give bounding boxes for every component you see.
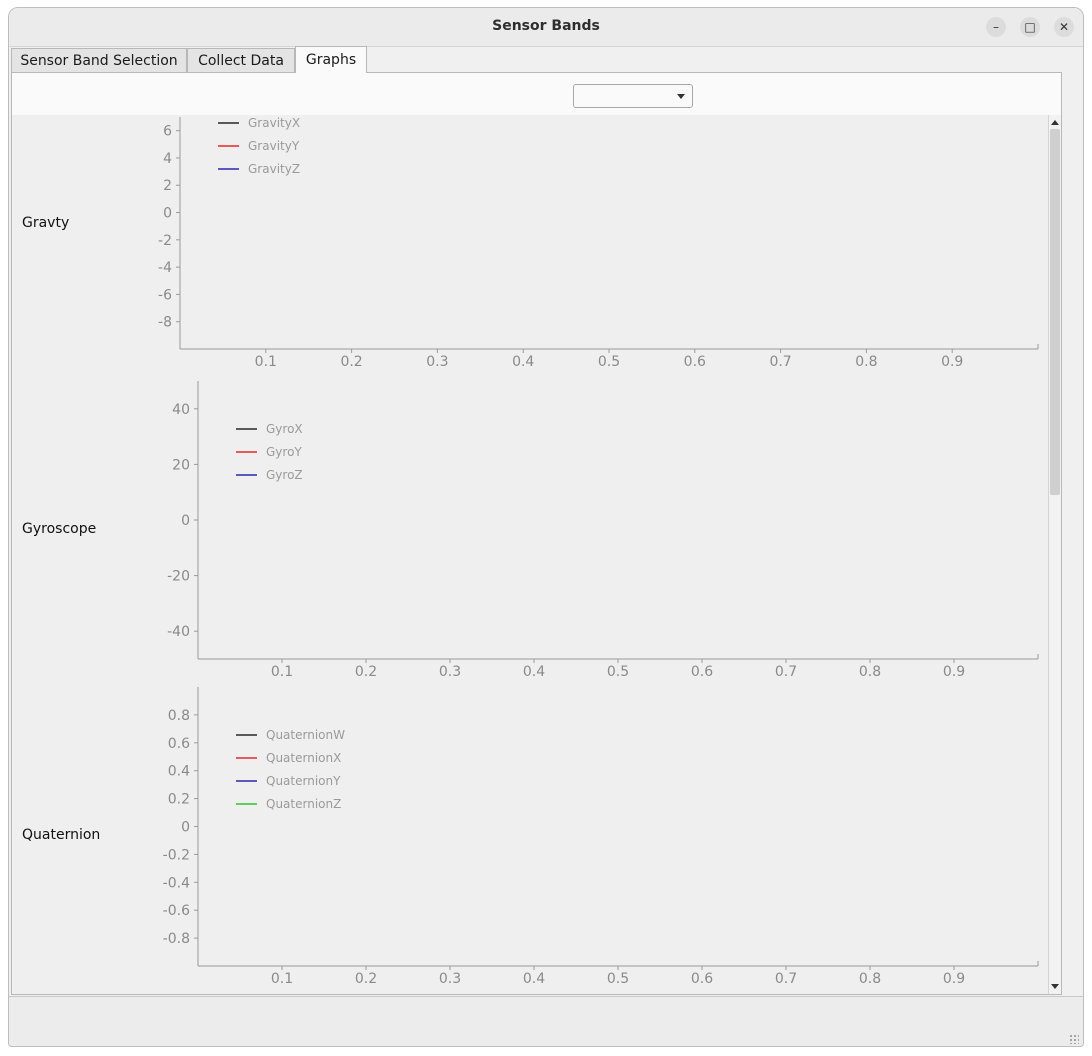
charts-scroll-area[interactable]: Gravty Gyroscope Quaternion 6 4 2 0 -2 -4 -6 -8… (12, 115, 1061, 994)
y-tick-label: 0 (181, 820, 190, 836)
y-tick-label: 40 (172, 402, 190, 418)
x-tick-label: 0.7 (775, 971, 797, 987)
y-tick-label: 0.8 (168, 708, 190, 724)
vertical-scrollbar[interactable] (1048, 115, 1061, 994)
legend-label: QuaternionX (266, 751, 341, 765)
x-tick-label: 0.2 (340, 354, 362, 370)
y-tick-label: 0 (181, 513, 190, 529)
y-tick-label: -8 (158, 315, 172, 331)
x-tick-label: 0.6 (691, 664, 713, 680)
y-tick-label: 0.4 (168, 764, 190, 780)
tab-graphs[interactable]: Graphs (295, 46, 367, 73)
minimize-button[interactable]: – (986, 17, 1006, 37)
y-tick-label: 2 (163, 178, 172, 194)
graph-toolbar (12, 73, 1061, 116)
quaternion-chart[interactable]: 0.8 0.6 0.4 0.2 0 -0.2 -0.4 -0.6 -0.8 0.1 0.2 0.3 0.… (142, 685, 1042, 994)
legend-label: GyroX (266, 422, 303, 436)
x-tick-label: 0.4 (512, 354, 534, 370)
y-tick-label: 6 (163, 124, 172, 140)
legend-label: GravityZ (248, 162, 300, 176)
legend-label: QuaternionZ (266, 797, 341, 811)
legend-label: GyroZ (266, 468, 303, 482)
y-tick-label: -40 (167, 624, 190, 640)
gravity-chart[interactable]: 6 4 2 0 -2 -4 -6 -8 0.1 0.2 0.3 0.4 0.5 0.6 0.7 0.8 0.9 G… (142, 115, 1042, 379)
app-window: Sensor Bands – □ ✕ Sensor Band Selection… (8, 7, 1084, 1047)
y-tick-label: 4 (163, 151, 172, 167)
y-tick-label: -20 (167, 569, 190, 585)
chart-label-gyroscope: Gyroscope (22, 521, 97, 537)
x-tick-label: 0.7 (769, 354, 791, 370)
x-tick-label: 0.2 (355, 971, 377, 987)
status-bar (9, 996, 1083, 1046)
x-tick-label: 0.6 (691, 971, 713, 987)
y-tick-label: 0.2 (168, 792, 190, 808)
scrollbar-thumb[interactable] (1050, 129, 1060, 495)
scroll-up-arrow-icon[interactable] (1051, 120, 1059, 125)
graph-selector-dropdown[interactable] (573, 84, 693, 108)
x-tick-label: 0.3 (439, 664, 461, 680)
legend-label: QuaternionY (266, 774, 341, 788)
y-tick-label: -0.2 (163, 847, 190, 863)
legend-label: GravityX (248, 116, 300, 130)
chevron-down-icon (677, 94, 685, 99)
chart-label-quaternion: Quaternion (22, 827, 101, 843)
x-tick-label: 0.3 (426, 354, 448, 370)
chart-label-gravity: Gravty (22, 215, 70, 231)
x-tick-label: 0.2 (355, 664, 377, 680)
close-button[interactable]: ✕ (1054, 17, 1074, 37)
x-tick-label: 0.6 (684, 354, 706, 370)
x-tick-label: 0.9 (943, 971, 965, 987)
x-tick-label: 0.7 (775, 664, 797, 680)
y-tick-label: 20 (172, 457, 190, 473)
x-tick-label: 0.5 (607, 971, 629, 987)
y-tick-label: -0.4 (163, 875, 190, 891)
title-bar[interactable]: Sensor Bands – □ ✕ (9, 8, 1083, 47)
y-tick-label: -2 (158, 233, 172, 249)
x-tick-label: 0.9 (941, 354, 963, 370)
y-tick-label: -4 (158, 260, 172, 276)
x-tick-label: 0.8 (855, 354, 877, 370)
maximize-button[interactable]: □ (1020, 17, 1040, 37)
legend-label: GravityY (248, 139, 300, 153)
tab-sensor-band-selection[interactable]: Sensor Band Selection (11, 48, 187, 72)
x-tick-label: 0.4 (523, 664, 545, 680)
y-tick-label: -0.6 (163, 903, 190, 919)
x-tick-label: 0.1 (271, 971, 293, 987)
x-tick-label: 0.1 (255, 354, 277, 370)
x-tick-label: 0.5 (607, 664, 629, 680)
gyroscope-chart[interactable]: 40 20 0 -20 -40 0.1 0.2 0.3 0.4 0.5 0.6 0.7 0.8 0.9 Gy… (142, 379, 1042, 685)
legend-label: GyroY (266, 445, 302, 459)
x-tick-label: 0.9 (943, 664, 965, 680)
x-tick-label: 0.3 (439, 971, 461, 987)
scroll-down-arrow-icon[interactable] (1051, 984, 1059, 989)
x-tick-label: 0.4 (523, 971, 545, 987)
x-tick-label: 0.5 (598, 354, 620, 370)
graphs-panel: Gravty Gyroscope Quaternion 6 4 2 0 -2 -4 -6 -8… (11, 72, 1062, 995)
tab-collect-data[interactable]: Collect Data (187, 48, 295, 72)
y-tick-label: 0 (163, 206, 172, 222)
y-tick-label: 0.6 (168, 736, 190, 752)
legend-label: QuaternionW (266, 728, 345, 742)
x-tick-label: 0.8 (859, 971, 881, 987)
x-tick-label: 0.8 (859, 664, 881, 680)
y-tick-label: -6 (158, 287, 172, 303)
y-tick-label: -0.8 (163, 931, 190, 947)
window-title: Sensor Bands (492, 18, 600, 34)
resize-grip-icon[interactable] (1069, 1034, 1079, 1044)
x-tick-label: 0.1 (271, 664, 293, 680)
